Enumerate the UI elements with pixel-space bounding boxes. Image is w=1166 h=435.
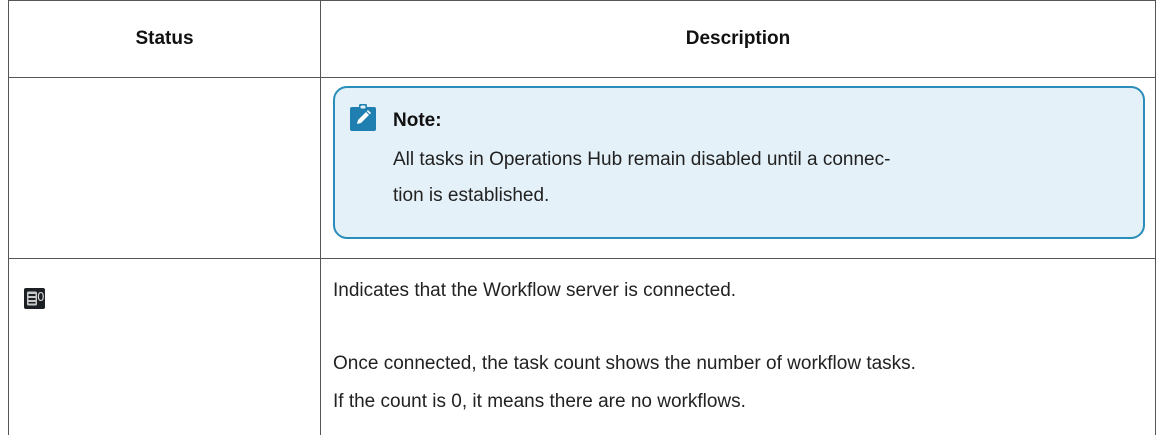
- table-row: 0 Indicates that the Workflow server is …: [9, 259, 1155, 435]
- table-row: Note: All tasks in Operations Hub remain…: [9, 78, 1155, 259]
- pencil-clipboard-icon: [350, 104, 376, 131]
- status-column-header: Status: [135, 28, 194, 49]
- description-text: Indicates that the Workflow server is co…: [333, 280, 737, 301]
- note-body-line: All tasks in Operations Hub remain disab…: [393, 149, 891, 170]
- description-column-header: Description: [685, 28, 791, 49]
- note-callout: Note: All tasks in Operations Hub remain…: [333, 86, 1145, 239]
- table-header-row: Status Description: [9, 0, 1155, 78]
- workflow-server-icon: 0: [24, 288, 45, 309]
- column-divider: [320, 259, 321, 435]
- description-text: If the count is 0, it means there are no…: [333, 391, 746, 412]
- description-text: Once connected, the task count shows the…: [333, 353, 916, 374]
- status-table: Status Description Note: All tasks in Op…: [8, 0, 1156, 435]
- note-body-line: tion is established.: [393, 185, 550, 206]
- task-count-badge: 0: [37, 290, 45, 304]
- column-divider: [320, 78, 321, 258]
- note-title: Note:: [393, 110, 442, 131]
- note-body: All tasks in Operations Hub remain disab…: [393, 142, 1043, 214]
